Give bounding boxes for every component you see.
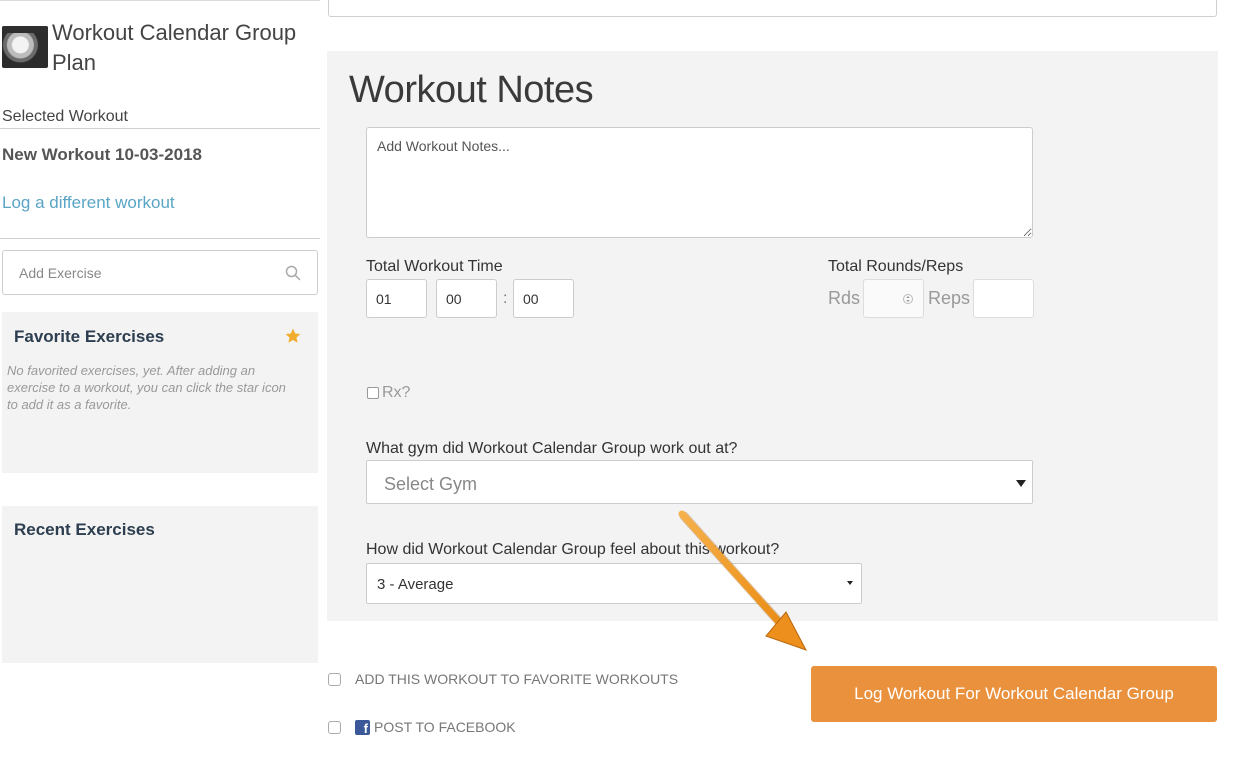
selected-workout-name: New Workout 10-03-2018 — [2, 145, 202, 164]
time-seconds-input[interactable] — [513, 279, 574, 318]
workout-notes-textarea[interactable] — [366, 127, 1033, 238]
gym-select-value: Select Gym — [384, 474, 478, 494]
caret-down-icon — [847, 581, 853, 585]
rounds-label: Rds — [828, 288, 861, 308]
rx-label: Rx? — [382, 384, 411, 401]
feel-select-value: 3 - Average — [377, 576, 454, 593]
sidebar-top-divider — [0, 0, 320, 1]
feel-select[interactable]: 3 - Average — [366, 563, 862, 604]
favorite-exercises-title: Favorite Exercises — [14, 327, 165, 346]
previous-section-box — [328, 0, 1217, 17]
sidebar: Workout Calendar Group Plan Selected Wor… — [0, 0, 320, 768]
total-workout-time-label: Total Workout Time — [366, 258, 503, 275]
star-icon — [285, 328, 301, 343]
time-hours-input[interactable] — [366, 279, 427, 318]
search-icon[interactable] — [285, 265, 301, 281]
feel-question-label: How did Workout Calendar Group feel abou… — [366, 541, 780, 558]
total-rounds-reps-label: Total Rounds/Reps — [828, 258, 964, 275]
recent-exercises-title: Recent Exercises — [14, 520, 155, 539]
gym-question-label: What gym did Workout Calendar Group work… — [366, 440, 738, 457]
favorite-exercises-panel: Favorite Exercises No favorited exercise… — [2, 312, 318, 473]
facebook-icon: f — [355, 719, 370, 735]
selected-workout-label: Selected Workout — [2, 108, 128, 125]
rx-checkbox[interactable] — [367, 387, 379, 399]
favorite-workout-label: ADD THIS WORKOUT TO FAVORITE WORKOUTS — [355, 671, 679, 687]
reps-input[interactable] — [973, 279, 1034, 318]
facebook-post-checkbox[interactable] — [328, 720, 341, 734]
divider — [0, 238, 320, 239]
favorite-workout-option[interactable]: ADD THIS WORKOUT TO FAVORITE WORKOUTS — [328, 671, 678, 687]
facebook-post-option[interactable]: f POST TO FACEBOOK — [328, 719, 516, 735]
plan-thumbnail — [2, 26, 48, 68]
time-minutes-input[interactable] — [436, 279, 497, 318]
recent-exercises-panel: Recent Exercises — [2, 506, 318, 663]
facebook-post-label: POST TO FACEBOOK — [374, 719, 516, 735]
favorite-workout-checkbox[interactable] — [328, 672, 341, 686]
favorite-exercises-empty-text: No favorited exercises, yet. After addin… — [7, 363, 286, 412]
add-exercise-input[interactable] — [19, 251, 269, 294]
log-workout-button[interactable]: Log Workout For Workout Calendar Group — [811, 666, 1217, 722]
rx-checkbox-row[interactable]: Rx? — [367, 384, 410, 402]
rounds-input[interactable] — [863, 279, 924, 318]
log-different-workout-link[interactable]: Log a different workout — [2, 193, 175, 213]
caret-down-icon — [1016, 480, 1026, 487]
workout-notes-panel: Workout Notes Total Workout Time : Total… — [327, 51, 1218, 621]
add-exercise-search — [2, 250, 318, 295]
gym-select[interactable]: Select Gym — [366, 460, 1033, 504]
plan-title: Workout Calendar Group Plan — [52, 20, 297, 75]
workout-notes-heading: Workout Notes — [349, 69, 594, 111]
time-separator: : — [503, 290, 508, 307]
divider — [0, 128, 320, 129]
reps-label: Reps — [928, 288, 971, 308]
spinner-arrows-icon[interactable] — [903, 292, 913, 306]
